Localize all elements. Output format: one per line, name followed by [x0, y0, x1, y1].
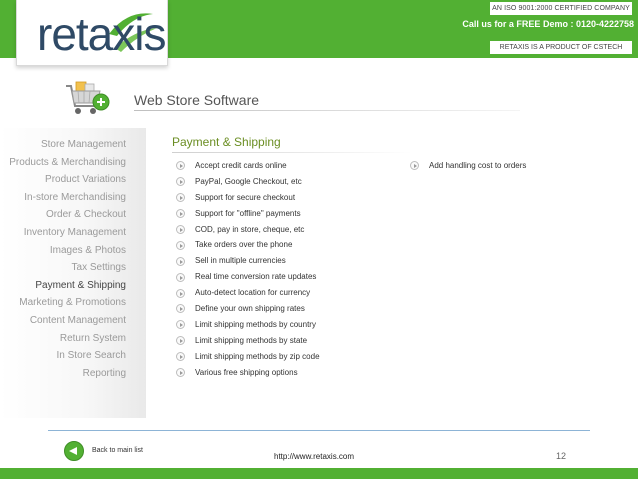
- feature-label: Limit shipping methods by zip code: [195, 351, 320, 361]
- feature-label: Limit shipping methods by state: [195, 335, 308, 345]
- sidebar-item-tax-settings[interactable]: Tax Settings: [9, 259, 126, 277]
- logo[interactable]: retaxis: [16, 0, 168, 66]
- feature-item: Define your own shipping rates: [176, 301, 320, 317]
- bullet-arrow-icon: [176, 161, 185, 171]
- bullet-arrow-icon: [176, 256, 185, 266]
- feature-item: COD, pay in store, cheque, etc: [176, 222, 320, 238]
- feature-item: Limit shipping methods by state: [176, 333, 320, 349]
- bullet-arrow-icon: [176, 225, 185, 234]
- bullet-arrow-icon: [176, 288, 185, 298]
- feature-item: Support for "offline" payments: [176, 206, 320, 222]
- feature-label: PayPal, Google Checkout, etc: [195, 176, 302, 186]
- feature-label: Limit shipping methods by country: [195, 319, 316, 329]
- sidebar-item-payment-shipping[interactable]: Payment & Shipping: [9, 277, 126, 295]
- feature-item: Take orders over the phone: [176, 237, 320, 253]
- feature-item: Add handling cost to orders: [410, 158, 526, 174]
- page-number: 12: [556, 451, 567, 461]
- feature-item: Limit shipping methods by country: [176, 317, 320, 333]
- sidebar-item-return-system[interactable]: Return System: [9, 330, 126, 348]
- bullet-arrow-icon: [410, 161, 419, 171]
- bullet-arrow-icon: [176, 272, 185, 282]
- feature-item: Various free shipping options: [176, 365, 320, 381]
- feature-label: Define your own shipping rates: [195, 304, 305, 314]
- bottom-band: [0, 468, 638, 479]
- title-divider: [134, 110, 520, 111]
- feature-label: Take orders over the phone: [195, 240, 293, 250]
- sidebar-item-in-store-search[interactable]: In Store Search: [9, 347, 126, 365]
- bullet-arrow-icon: [176, 336, 185, 346]
- bullet-arrow-icon: [176, 193, 185, 203]
- back-to-main-list-button[interactable]: [64, 441, 84, 461]
- feature-list-left: Accept credit cards online PayPal, Googl…: [176, 158, 320, 380]
- feature-label: Accept credit cards online: [195, 161, 287, 170]
- feature-label: Add handling cost to orders: [429, 161, 527, 170]
- page-title: Web Store Software: [134, 92, 260, 108]
- product-of-badge: RETAXIS IS A PRODUCT OF CSTECH: [490, 41, 632, 54]
- sidebar-item-product-variations[interactable]: Product Variations: [9, 171, 126, 189]
- logo-text: retaxis: [37, 8, 166, 60]
- feature-label: Support for secure checkout: [195, 192, 296, 202]
- bullet-arrow-icon: [176, 177, 185, 187]
- feature-item: PayPal, Google Checkout, etc: [176, 174, 320, 190]
- free-demo-phone[interactable]: Call us for a FREE Demo : 0120-4222758: [462, 19, 634, 29]
- bullet-arrow-icon: [176, 352, 185, 362]
- bullet-arrow-icon: [176, 320, 185, 330]
- section-title: Payment & Shipping: [172, 135, 281, 149]
- shopping-cart-add-icon: [66, 81, 110, 114]
- feature-item: Sell in multiple currencies: [176, 253, 320, 269]
- sidebar-item-in-store-merchandising[interactable]: In-store Merchandising: [9, 189, 126, 207]
- footer-url-link[interactable]: http://www.retaxis.com: [274, 452, 354, 461]
- bullet-arrow-icon: [176, 368, 185, 378]
- feature-label: Various free shipping options: [195, 367, 298, 377]
- feature-label: Real time conversion rate updates: [195, 272, 317, 282]
- sidebar-item-images-photos[interactable]: Images & Photos: [9, 242, 126, 260]
- feature-label: Support for "offline" payments: [195, 208, 301, 218]
- footer-divider: [48, 430, 590, 431]
- bullet-arrow-icon: [176, 304, 185, 314]
- feature-item: Limit shipping methods by zip code: [176, 349, 320, 365]
- sidebar-item-reporting[interactable]: Reporting: [9, 365, 126, 383]
- sidebar: Store Management Products & Merchandisin…: [0, 128, 146, 418]
- section-divider: [172, 152, 412, 153]
- sidebar-item-inventory-management[interactable]: Inventory Management: [9, 224, 126, 242]
- feature-label: Sell in multiple currencies: [195, 256, 286, 266]
- feature-label: Auto-detect location for currency: [195, 288, 311, 298]
- feature-item: Auto-detect location for currency: [176, 285, 320, 301]
- sidebar-item-content-management[interactable]: Content Management: [9, 312, 126, 330]
- feature-item: Real time conversion rate updates: [176, 269, 320, 285]
- feature-list-right: Add handling cost to orders: [410, 158, 526, 174]
- sidebar-nav: Store Management Products & Merchandisin…: [9, 136, 126, 382]
- feature-label: COD, pay in store, cheque, etc: [195, 224, 305, 234]
- feature-item: Accept credit cards online: [176, 158, 320, 174]
- sidebar-item-products-merchandising[interactable]: Products & Merchandising: [9, 154, 126, 172]
- sidebar-item-marketing-promotions[interactable]: Marketing & Promotions: [9, 294, 126, 312]
- feature-item: Support for secure checkout: [176, 190, 320, 206]
- iso-certification-badge: AN ISO 9001:2000 CERTIFIED COMPANY: [490, 2, 632, 15]
- sidebar-item-store-management[interactable]: Store Management: [9, 136, 126, 154]
- bullet-arrow-icon: [176, 240, 185, 250]
- back-to-main-list-label[interactable]: Back to main list: [92, 447, 143, 454]
- bullet-arrow-icon: [176, 209, 185, 219]
- sidebar-item-order-checkout[interactable]: Order & Checkout: [9, 206, 126, 224]
